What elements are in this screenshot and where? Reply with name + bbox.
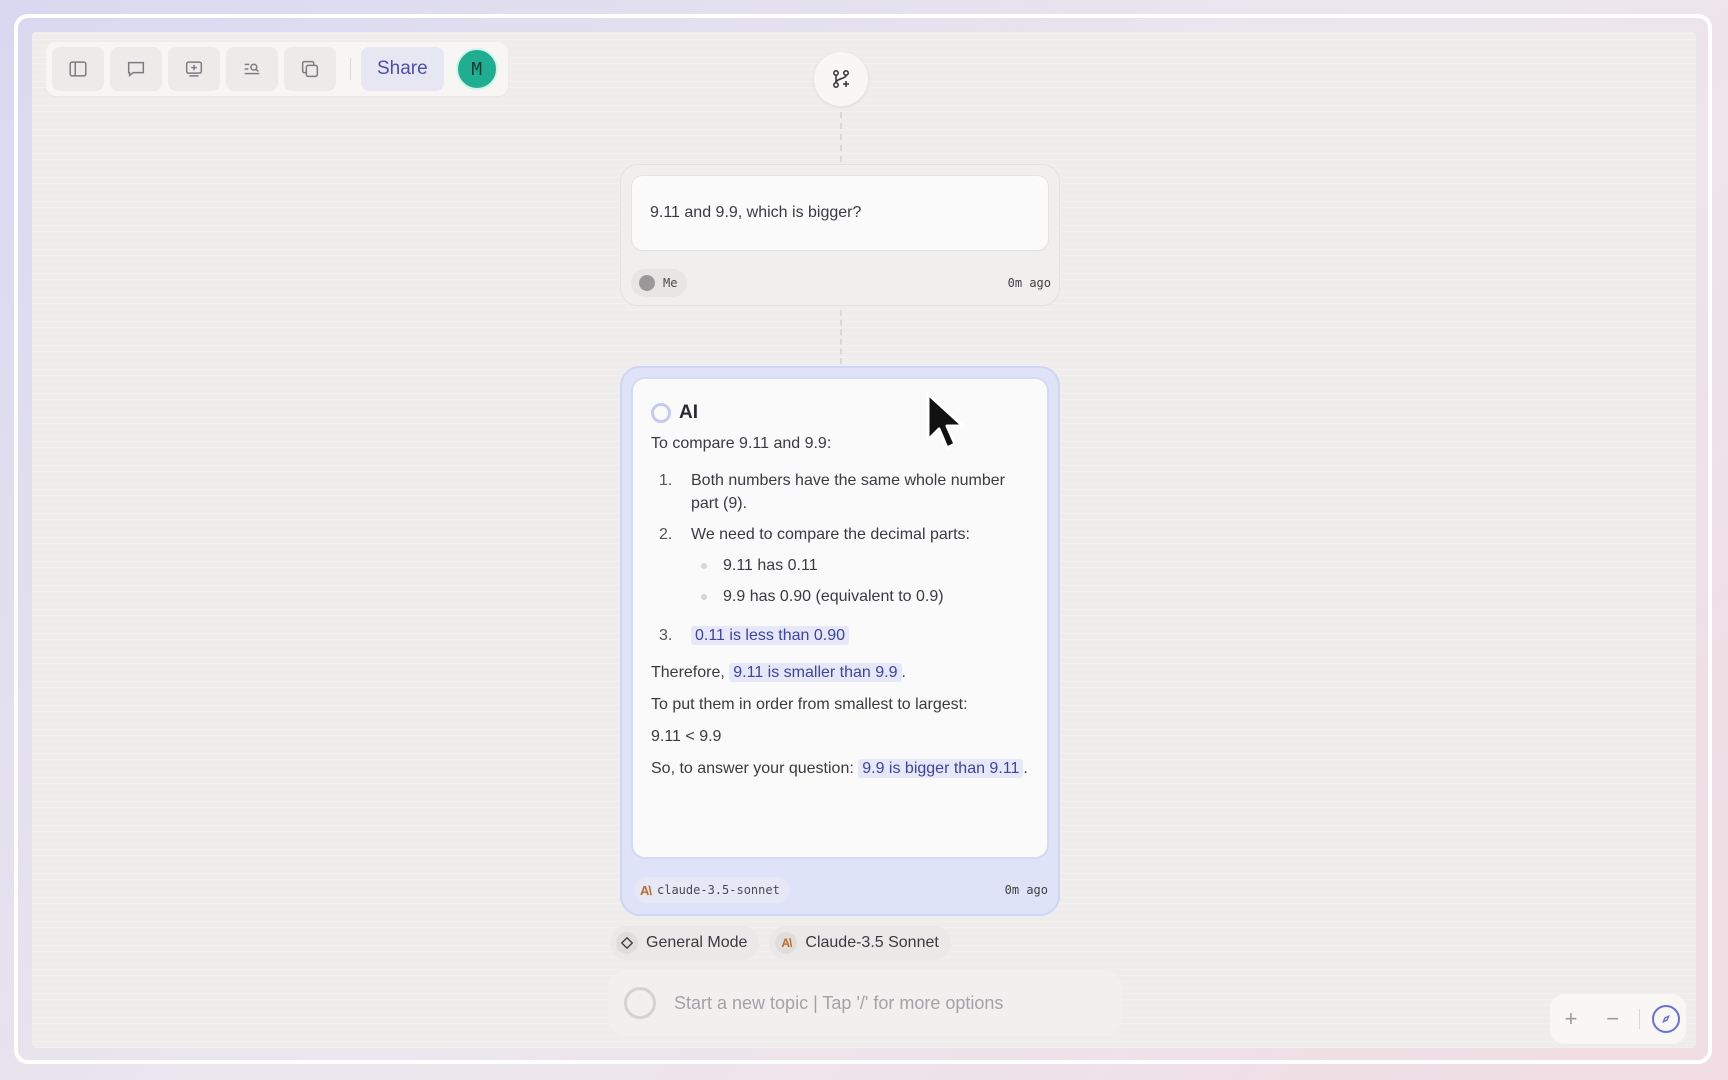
list-item: 2. We need to compare the decimal parts:… [651,523,1031,616]
anthropic-icon: A\ [640,882,652,898]
therefore-prefix: Therefore, [651,664,725,681]
ai-steps-list: 1. Both numbers have the same whole numb… [651,469,1031,647]
ai-message-body: AI To compare 9.11 and 9.9: 1. Both numb… [631,377,1049,859]
sub-list-text: 9.11 has 0.11 [723,557,818,574]
ai-header: AI [651,401,1031,424]
zoom-divider [1639,1009,1641,1029]
user-message-node[interactable]: 9.11 and 9.9, which is bigger? Me 0m ago [620,164,1060,306]
diamond-icon [616,932,638,954]
ai-intro: To compare 9.11 and 9.9: [651,435,832,452]
ai-message-footer: A\ claude-3.5-sonnet 0m ago [634,876,1048,904]
ai-therefore: Therefore, 9.11 is smaller than 9.9. [651,661,1031,684]
add-frame-icon [185,61,203,77]
compass-button[interactable] [1652,1005,1681,1033]
highlighted-text[interactable]: 0.11 is less than 0.90 [691,626,850,645]
answer-prefix: So, to answer your question: [651,760,854,777]
chip-label: General Mode [646,934,748,951]
author-pill: Me [631,269,688,297]
message-timestamp: 0m ago [1007,276,1051,290]
branch-node-button[interactable] [814,52,868,106]
comment-button[interactable] [110,47,162,91]
list-text: Both numbers have the same whole number … [691,472,1005,512]
sidebar-toggle-button[interactable] [52,47,104,91]
search-list-icon [244,63,260,75]
chip-label: Claude-3.5 Sonnet [805,934,939,951]
sub-list-item: 9.11 has 0.11 [691,554,970,577]
sidebar-icon [69,61,87,77]
therefore-suffix: . [901,664,906,681]
ai-label: AI [679,402,698,423]
zoom-in-button[interactable]: + [1556,1006,1586,1032]
search-list-button[interactable] [226,47,278,91]
list-item: 1. Both numbers have the same whole numb… [651,469,1031,515]
zoom-out-button[interactable]: − [1598,1006,1628,1032]
new-topic-input-box[interactable] [608,970,1122,1036]
avatar[interactable]: M [455,48,498,90]
share-button[interactable]: Share [361,47,444,91]
highlighted-text[interactable]: 9.9 is bigger than 9.11 [858,759,1024,778]
model-select-chip[interactable]: A\ Claude-3.5 Sonnet [769,926,951,960]
sub-list-item: 9.9 has 0.90 (equivalent to 0.9) [691,585,970,608]
new-topic-input[interactable] [672,991,1106,1015]
compass-icon [1662,1015,1671,1023]
list-text: We need to compare the decimal parts: [691,526,970,543]
message-timestamp: 0m ago [1004,883,1048,897]
mouse-cursor-icon [926,392,965,450]
ai-order-line: To put them in order from smallest to la… [651,696,968,713]
connector-line [840,310,842,364]
connector-line [840,112,842,162]
highlighted-text[interactable]: 9.11 is smaller than 9.9 [729,663,902,682]
anthropic-icon: A\ [775,932,798,954]
answer-suffix: . [1023,760,1028,777]
mode-chips: General Mode A\ Claude-3.5 Sonnet [610,926,961,960]
user-avatar-icon [639,275,655,291]
user-message-footer: Me 0m ago [631,269,1051,297]
ai-answer: So, to answer your question: 9.9 is bigg… [651,757,1031,780]
general-mode-chip[interactable]: General Mode [610,926,760,960]
list-number: 1. [659,472,673,489]
top-toolbar: Share M [46,42,508,96]
bullet-icon [701,562,707,569]
list-item: 3. 0.11 is less than 0.90 [651,624,1031,647]
ai-order-value: 9.11 < 9.9 [651,728,722,745]
author-name: Me [663,276,678,290]
ai-message-node[interactable]: AI To compare 9.11 and 9.9: 1. Both numb… [620,366,1060,916]
model-name: claude-3.5-sonnet [657,883,780,897]
add-frame-button[interactable] [168,47,220,91]
user-message-text: 9.11 and 9.9, which is bigger? [631,175,1049,251]
toolbar-divider [350,58,351,80]
list-number: 3. [659,627,673,644]
sub-list: 9.11 has 0.11 9.9 has 0.90 (equivalent t… [691,554,970,608]
model-pill: A\ claude-3.5-sonnet [634,877,790,903]
status-ring-icon [624,987,656,1019]
copy-button[interactable] [284,47,336,91]
copy-icon [301,60,319,78]
list-number: 2. [659,526,673,543]
comment-icon [127,61,145,77]
bullet-icon [701,593,707,600]
git-branch-add-icon [833,69,850,89]
sub-list-text: 9.9 has 0.90 (equivalent to 0.9) [723,588,944,605]
zoom-controls: + − [1550,994,1686,1044]
ai-status-icon [651,402,671,423]
